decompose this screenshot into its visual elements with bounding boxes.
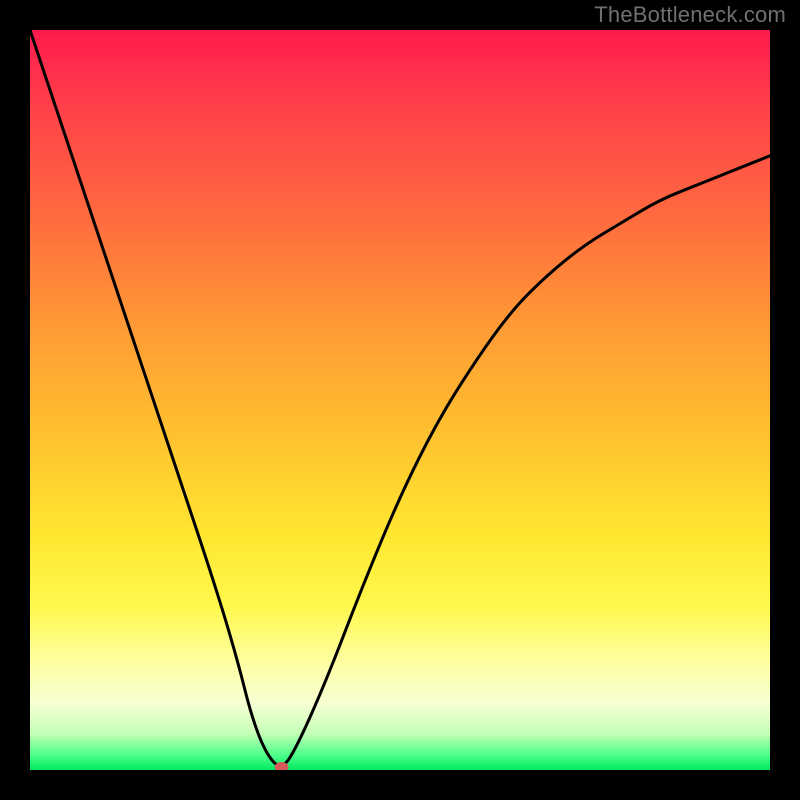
plot-area <box>30 30 770 770</box>
curve-svg <box>30 30 770 770</box>
chart-frame: TheBottleneck.com <box>0 0 800 800</box>
watermark-text: TheBottleneck.com <box>594 2 786 28</box>
bottleneck-curve <box>30 30 770 766</box>
